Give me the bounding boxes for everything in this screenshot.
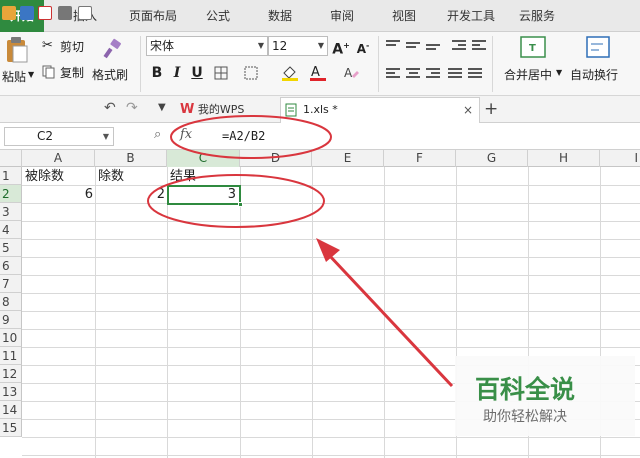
result-highlight-ellipse [147,174,325,228]
annotation-arrow-head [316,238,340,262]
formula-highlight-ellipse [170,115,332,159]
annotation-arrow-line [326,252,454,388]
watermark-title: 百科全说 [475,375,576,404]
watermark-subtitle: 助你轻松解决 [483,409,567,425]
watermark-badge: 百科全说 助你轻松解决 [455,356,635,436]
